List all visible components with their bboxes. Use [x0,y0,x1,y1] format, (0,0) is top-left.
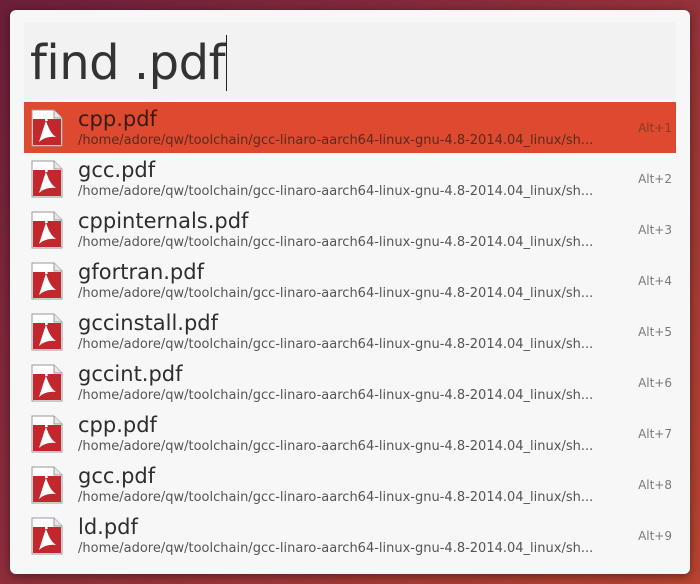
result-file-path: /home/adore/qw/toolchain/gcc-linaro-aarc… [78,388,594,403]
pdf-file-icon [30,160,64,198]
result-row[interactable]: gccinstall.pdf/home/adore/qw/toolchain/g… [24,306,676,357]
result-shortcut: Alt+3 [638,223,672,237]
result-row[interactable]: cppinternals.pdf/home/adore/qw/toolchain… [24,204,676,255]
result-file-path: /home/adore/qw/toolchain/gcc-linaro-aarc… [78,184,594,199]
result-shortcut: Alt+2 [638,172,672,186]
result-file-name: gfortran.pdf [78,260,204,284]
pdf-file-icon [30,109,64,147]
result-row[interactable]: cpp.pdf/home/adore/qw/toolchain/gcc-lina… [24,102,676,153]
pdf-file-icon [30,466,64,504]
result-file-name: gcc.pdf [78,464,156,488]
launcher-window: find .pdf cpp.pdf/home/adore/qw/toolchai… [10,10,690,574]
result-shortcut: Alt+1 [638,121,672,135]
result-shortcut: Alt+6 [638,376,672,390]
result-file-name: cppinternals.pdf [78,209,249,233]
pdf-file-icon [30,211,64,249]
result-file-name: gcc.pdf [78,158,156,182]
result-file-name: gccinstall.pdf [78,311,219,335]
result-file-path: /home/adore/qw/toolchain/gcc-linaro-aarc… [78,541,594,556]
result-file-path: /home/adore/qw/toolchain/gcc-linaro-aarc… [78,439,594,454]
pdf-file-icon [30,313,64,351]
result-file-name: cpp.pdf [78,107,157,131]
result-shortcut: Alt+5 [638,325,672,339]
result-file-path: /home/adore/qw/toolchain/gcc-linaro-aarc… [78,286,594,301]
result-row[interactable]: ld.pdf/home/adore/qw/toolchain/gcc-linar… [24,510,676,561]
result-shortcut: Alt+9 [638,529,672,543]
search-query-value: find .pdf [30,35,225,91]
result-file-path: /home/adore/qw/toolchain/gcc-linaro-aarc… [78,133,594,148]
result-file-path: /home/adore/qw/toolchain/gcc-linaro-aarc… [78,235,594,250]
result-file-path: /home/adore/qw/toolchain/gcc-linaro-aarc… [78,490,594,505]
result-shortcut: Alt+4 [638,274,672,288]
result-row[interactable]: gcc.pdf/home/adore/qw/toolchain/gcc-lina… [24,153,676,204]
result-row[interactable]: gfortran.pdf/home/adore/qw/toolchain/gcc… [24,255,676,306]
result-shortcut: Alt+7 [638,427,672,441]
pdf-file-icon [30,517,64,555]
result-file-name: ld.pdf [78,515,138,539]
pdf-file-icon [30,415,64,453]
results-list: cpp.pdf/home/adore/qw/toolchain/gcc-lina… [24,102,676,561]
result-file-path: /home/adore/qw/toolchain/gcc-linaro-aarc… [78,337,594,352]
pdf-file-icon [30,364,64,402]
result-row[interactable]: cpp.pdf/home/adore/qw/toolchain/gcc-lina… [24,408,676,459]
text-caret [225,35,227,91]
search-query-text: find .pdf [30,35,227,91]
search-input[interactable]: find .pdf [24,22,676,100]
pdf-file-icon [30,262,64,300]
result-shortcut: Alt+8 [638,478,672,492]
result-row[interactable]: gccint.pdf/home/adore/qw/toolchain/gcc-l… [24,357,676,408]
result-row[interactable]: gcc.pdf/home/adore/qw/toolchain/gcc-lina… [24,459,676,510]
result-file-name: gccint.pdf [78,362,183,386]
result-file-name: cpp.pdf [78,413,157,437]
